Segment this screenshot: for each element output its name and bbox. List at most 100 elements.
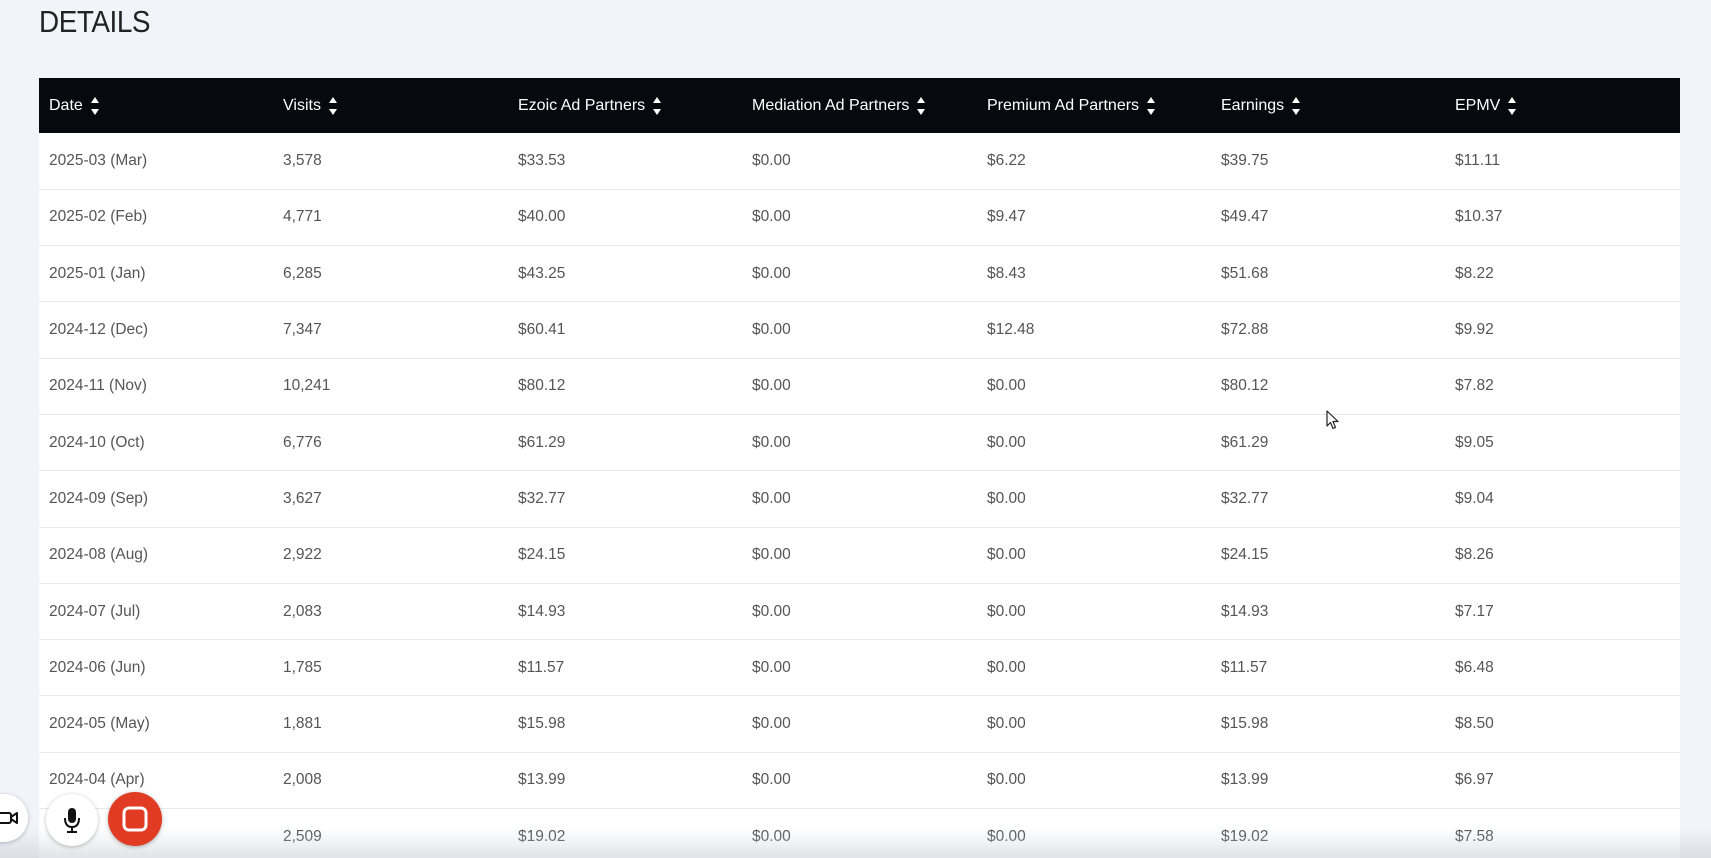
table-cell: $80.12 (518, 377, 566, 395)
stop-icon (122, 806, 148, 832)
camera-icon (0, 812, 18, 824)
table-row: 2,509 $19.02 $0.00 $0.00 $19.02 $7.58 (39, 809, 1680, 858)
table-row: 2024-04 (Apr) 2,008 $13.99 $0.00 $0.00 $13.99… (39, 752, 1680, 809)
table-cell: $0.00 (752, 771, 791, 789)
column-header-label: Earnings (1221, 96, 1285, 114)
table-row: 2024-09 (Sep) 3,627 $32.77 $0.00 $0.00 $32.77… (39, 471, 1680, 528)
table-cell: 6,776 (283, 433, 322, 451)
table-cell: $0.00 (752, 151, 791, 169)
table-cell: 2024-07 (Jul) (49, 602, 141, 620)
table-cell: $0.00 (987, 658, 1026, 676)
table-cell: $40.00 (518, 208, 566, 226)
table-cell: $13.99 (1221, 771, 1269, 789)
table-cell: 2024-10 (Oct) (49, 433, 145, 451)
column-header-label: Mediation Ad Partners (752, 96, 910, 114)
column-header-earnings[interactable]: Earnings (1211, 78, 1445, 133)
table-body: 2025-03 (Mar) 3,578 $33.53 $0.00 $6.22 $39.75… (39, 133, 1680, 858)
table-cell: $0.00 (987, 715, 1026, 733)
column-header-label: Premium Ad Partners (987, 96, 1140, 114)
table-cell: $7.17 (1455, 602, 1494, 620)
table-cell: $0.00 (987, 771, 1026, 789)
table-cell: $9.92 (1455, 321, 1494, 339)
table-row: 2024-10 (Oct) 6,776 $61.29 $0.00 $0.00 $61.29… (39, 414, 1680, 471)
table-cell: 2,083 (283, 602, 322, 620)
table-cell: $15.98 (1221, 715, 1269, 733)
sort-icon[interactable] (328, 95, 338, 117)
table-cell: $61.29 (518, 433, 566, 451)
table-cell: $11.57 (518, 658, 565, 676)
table-row: 2024-12 (Dec) 7,347 $60.41 $0.00 $12.48 $72.8… (39, 302, 1680, 359)
table-row: 2025-03 (Mar) 3,578 $33.53 $0.00 $6.22 $39.75… (39, 133, 1680, 190)
table-row: 2024-07 (Jul) 2,083 $14.93 $0.00 $0.00 $14.93… (39, 583, 1680, 640)
table-row: 2025-01 (Jan) 6,285 $43.25 $0.00 $8.43 $51.68… (39, 246, 1680, 302)
table-cell: 2025-02 (Feb) (49, 208, 148, 226)
table-cell: $0.00 (987, 433, 1026, 451)
table-cell: 2024-09 (Sep) (49, 489, 149, 507)
table-cell: $8.43 (987, 264, 1026, 282)
column-header-mediation-ad-partners[interactable]: Mediation Ad Partners (742, 78, 977, 133)
camera-button[interactable] (0, 794, 28, 842)
table-cell: $32.77 (1221, 489, 1269, 507)
column-header-epmv[interactable]: EPMV (1445, 78, 1680, 133)
table-cell: $0.00 (752, 489, 791, 507)
table-cell: $7.58 (1455, 827, 1494, 845)
table-cell: $51.68 (1221, 264, 1269, 282)
table-cell: $33.53 (518, 151, 566, 169)
table-cell: $0.00 (752, 433, 791, 451)
table-cell: $15.98 (518, 715, 566, 733)
microphone-icon (64, 808, 80, 833)
column-header-ezoic-ad-partners[interactable]: Ezoic Ad Partners (508, 78, 742, 133)
sort-icon[interactable] (90, 95, 100, 117)
table-cell: $0.00 (752, 321, 791, 339)
table-cell: 2024-05 (May) (49, 715, 150, 733)
table-cell: $13.99 (518, 771, 566, 789)
table-cell: 3,627 (283, 489, 322, 507)
table-row: 2024-08 (Aug) 2,922 $24.15 $0.00 $0.00 $24.15… (39, 527, 1680, 584)
column-header-label: EPMV (1455, 96, 1501, 114)
table-cell: $0.00 (752, 658, 791, 676)
table-cell: 4,771 (283, 208, 322, 226)
sort-icon[interactable] (917, 95, 926, 117)
column-header-visits[interactable]: Visits (273, 78, 508, 133)
table-cell: $72.88 (1221, 321, 1269, 339)
table-cell: $80.12 (1221, 377, 1269, 395)
table-cell: $0.00 (987, 377, 1026, 395)
stop-recording-button[interactable] (108, 792, 162, 846)
table-cell: $12.48 (987, 321, 1035, 339)
table-cell: $19.02 (518, 827, 566, 845)
table-cell: $43.25 (518, 264, 566, 282)
column-header-premium-ad-partners[interactable]: Premium Ad Partners (977, 78, 1211, 133)
table-cell: 2024-12 (Dec) (49, 321, 149, 339)
table-cell: $19.02 (1221, 827, 1269, 845)
table-cell: $0.00 (752, 715, 791, 733)
table-cell: $0.00 (752, 546, 791, 564)
sort-icon[interactable] (653, 95, 662, 117)
sort-icon[interactable] (1147, 95, 1156, 117)
table-cell: 7,347 (283, 321, 322, 339)
table-header-row: Date Visits Ezoic Ad Partners Mediation … (39, 78, 1680, 133)
table-cell: 2,008 (283, 771, 322, 789)
sort-icon[interactable] (1508, 95, 1517, 117)
table-cell: $0.00 (987, 489, 1026, 507)
table-cell: 6,285 (283, 264, 322, 282)
table-cell: $11.57 (1221, 658, 1268, 676)
table-cell: $0.00 (752, 208, 791, 226)
table-cell: $0.00 (752, 827, 791, 845)
table-cell: $0.00 (987, 827, 1026, 845)
table-cell: $9.47 (987, 208, 1026, 226)
table-cell: $32.77 (518, 489, 566, 507)
page: DETAILS Date Visits Ezoic Ad Partners Me… (0, 0, 1711, 858)
table-cell: $7.82 (1455, 377, 1494, 395)
table-cell: $14.93 (1221, 602, 1269, 620)
column-header-date[interactable]: Date (39, 78, 273, 133)
table-cell: 2024-11 (Nov) (49, 377, 147, 395)
table-cell: 2,922 (283, 546, 322, 564)
table-cell: $6.97 (1455, 771, 1494, 789)
page-title: DETAILS (39, 4, 151, 39)
microphone-button[interactable] (46, 794, 98, 846)
table-cell: $0.00 (752, 602, 791, 620)
details-table: Date Visits Ezoic Ad Partners Mediation … (39, 78, 1680, 858)
table-cell: $8.26 (1455, 546, 1494, 564)
sort-icon[interactable] (1292, 95, 1301, 117)
table-row: 2025-02 (Feb) 4,771 $40.00 $0.00 $9.47 $49.47… (39, 189, 1680, 246)
